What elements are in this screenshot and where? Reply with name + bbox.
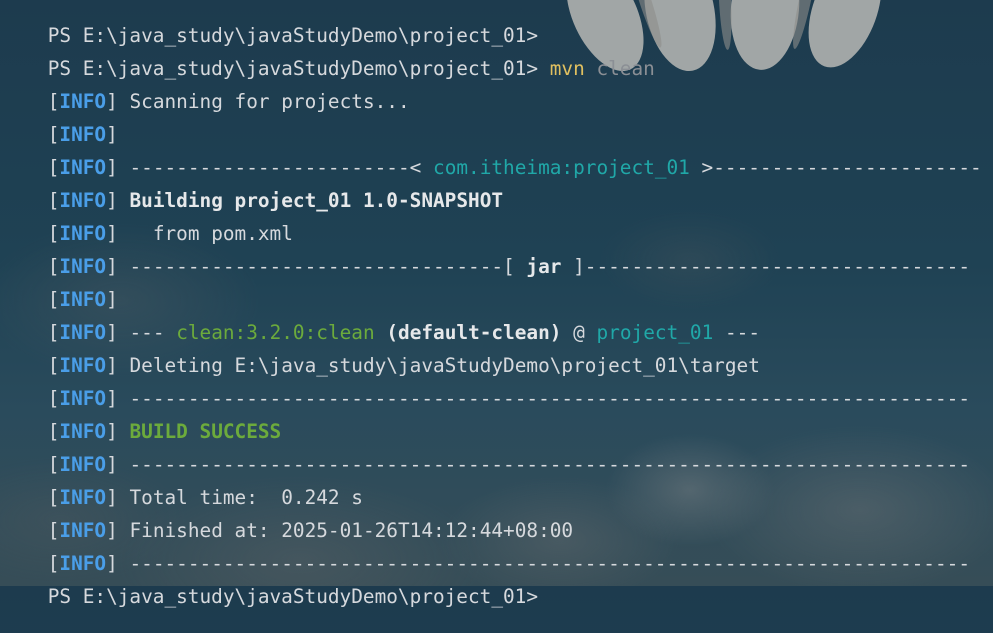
- dash-separator: ]---------------------------------: [573, 255, 971, 278]
- log-line: [INFO] Deleting E:\java_study\javaStudyD…: [47, 354, 760, 377]
- log-line: [INFO] BUILD SUCCESS: [47, 420, 282, 443]
- log-line: [INFO] --- clean:3.2.0:clean (default-cl…: [47, 321, 760, 344]
- prompt-line[interactable]: PS E:\java_study\javaStudyDemo\project_0…: [1, 561, 538, 608]
- log-line: [INFO] ---------------------------------…: [47, 552, 971, 575]
- terminal-output[interactable]: PS E:\java_study\javaStudyDemo\project_0…: [0, 0, 993, 608]
- prompt-line: PS E:\java_study\javaStudyDemo\project_0…: [1, 0, 538, 47]
- command-arg: clean: [596, 57, 655, 80]
- log-text: Scanning for projects...: [129, 90, 410, 113]
- prompt-text: PS E:\java_study\javaStudyDemo\project_0…: [47, 585, 539, 608]
- command-line: PS E:\java_study\javaStudyDemo\project_0…: [1, 33, 655, 80]
- log-line: [INFO] Scanning for projects...: [47, 90, 410, 113]
- command-mvn: mvn: [549, 57, 585, 80]
- log-line: [INFO] ------------------------< com.ith…: [47, 156, 982, 179]
- log-line: [INFO] Total time: 0.242 s: [47, 486, 363, 509]
- dash-separator: >-----------------------: [701, 156, 982, 179]
- dash-separator: --------------------------------[: [129, 255, 515, 278]
- log-line: [INFO] Finished at: 2025-01-26T14:12:44+…: [47, 519, 574, 542]
- log-line: [INFO]: [47, 123, 118, 146]
- log-line: [INFO] Building project_01 1.0-SNAPSHOT: [47, 189, 504, 212]
- packaging-label: jar: [514, 255, 574, 278]
- log-line: [INFO]: [47, 288, 118, 311]
- log-line: [INFO] ---------------------------------…: [47, 453, 971, 476]
- log-line: [INFO] ---------------------------------…: [47, 387, 971, 410]
- log-line: [INFO] --------------------------------[…: [47, 255, 971, 278]
- log-line: [INFO] from pom.xml: [47, 222, 293, 245]
